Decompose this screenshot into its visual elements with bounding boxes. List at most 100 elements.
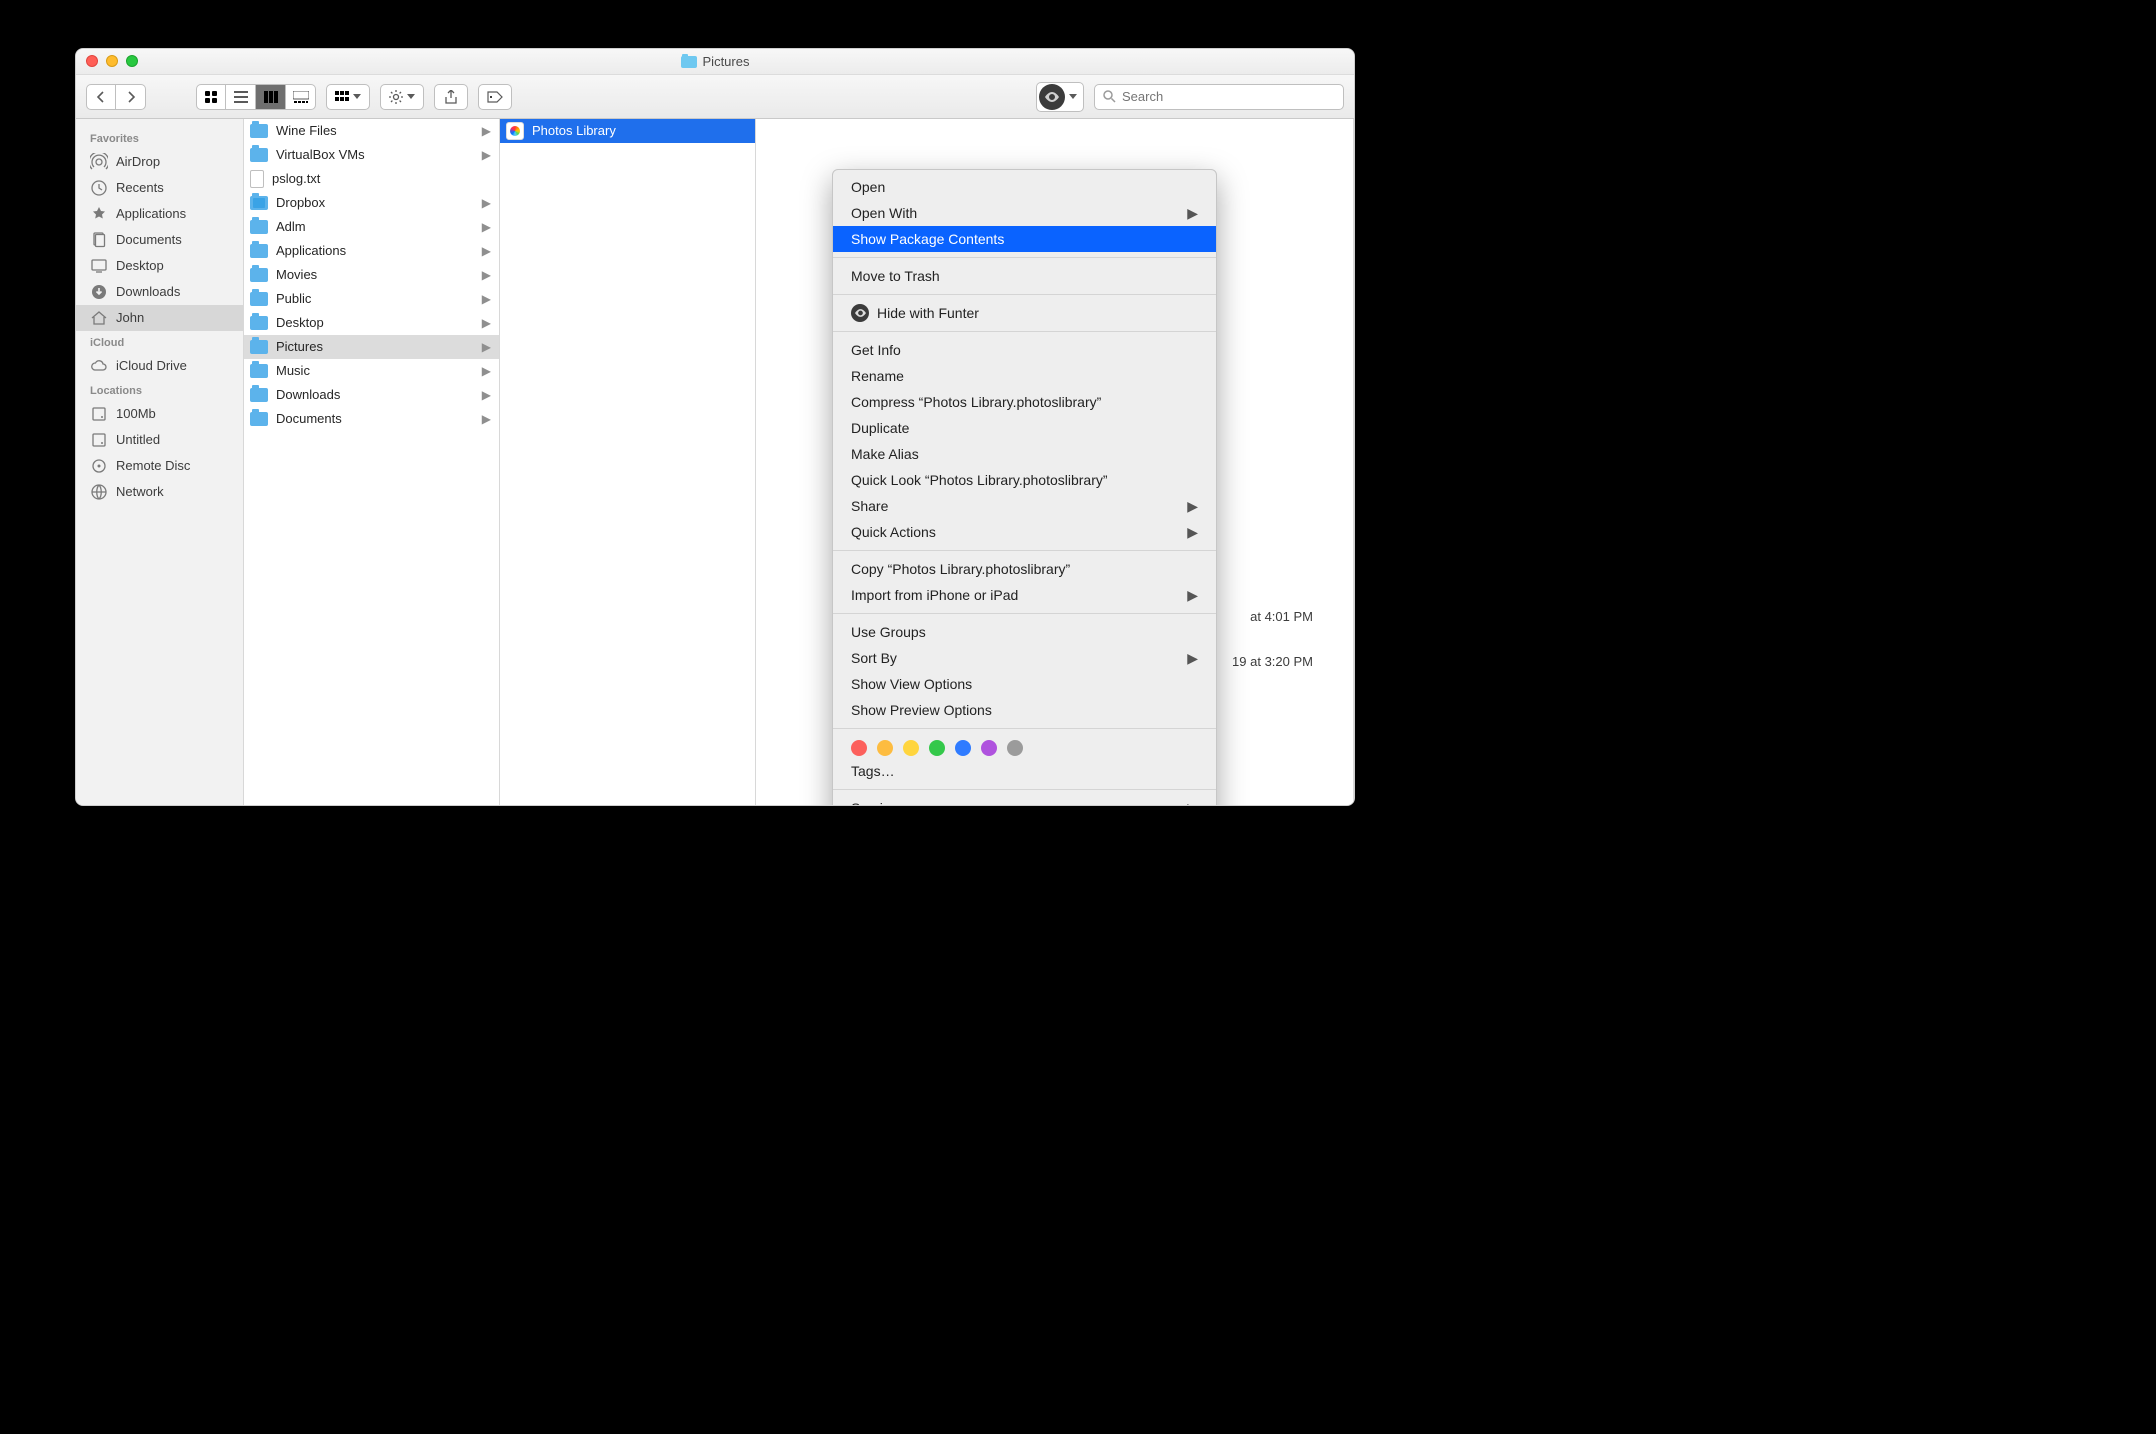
column-row[interactable]: Music▶ <box>244 359 499 383</box>
sidebar-item-network[interactable]: Network <box>76 479 243 505</box>
tag-color-dot[interactable] <box>981 740 997 756</box>
tag-color-dot[interactable] <box>955 740 971 756</box>
menu-item[interactable]: Tags… <box>833 758 1216 784</box>
menu-item-label: Copy “Photos Library.photoslibrary” <box>851 558 1070 580</box>
column-row[interactable]: Dropbox▶ <box>244 191 499 215</box>
sidebar-item-airdrop[interactable]: AirDrop <box>76 149 243 175</box>
sidebar-item-100mb[interactable]: 100Mb <box>76 401 243 427</box>
menu-item[interactable]: Quick Look “Photos Library.photoslibrary… <box>833 467 1216 493</box>
menu-item[interactable]: Copy “Photos Library.photoslibrary” <box>833 556 1216 582</box>
column-row[interactable]: Documents▶ <box>244 407 499 431</box>
menu-item[interactable]: Move to Trash <box>833 263 1216 289</box>
tag-color-dot[interactable] <box>851 740 867 756</box>
menu-item-label: Open With <box>851 202 917 224</box>
menu-item-label: Share <box>851 495 888 517</box>
menu-item[interactable]: Quick Actions▶ <box>833 519 1216 545</box>
menu-item-label: Get Info <box>851 339 901 361</box>
menu-item[interactable]: Hide with Funter <box>833 300 1216 326</box>
menu-item[interactable]: Services ▶ <box>833 795 1216 806</box>
traffic-lights <box>86 55 138 67</box>
menu-separator <box>833 613 1216 614</box>
chevron-right-icon: ▶ <box>1187 797 1198 806</box>
menu-item-label: Quick Actions <box>851 521 936 543</box>
column-row[interactable]: Photos Library <box>500 119 755 143</box>
minimize-button[interactable] <box>106 55 118 67</box>
gallery-view-button[interactable] <box>286 84 316 110</box>
menu-item[interactable]: Show Preview Options <box>833 697 1216 723</box>
folder-icon <box>250 340 268 354</box>
list-view-button[interactable] <box>226 84 256 110</box>
icon-view-button[interactable] <box>196 84 226 110</box>
sidebar-item-recents[interactable]: Recents <box>76 175 243 201</box>
row-label: Public <box>276 289 311 309</box>
sidebar-item-remote-disc[interactable]: Remote Disc <box>76 453 243 479</box>
sidebar-item-label: iCloud Drive <box>116 356 187 376</box>
network-icon <box>90 483 108 501</box>
chevron-down-icon <box>353 94 361 99</box>
sidebar-item-icloud-drive[interactable]: iCloud Drive <box>76 353 243 379</box>
tags-button[interactable] <box>478 84 512 110</box>
tag-color-dot[interactable] <box>903 740 919 756</box>
menu-item[interactable]: Make Alias <box>833 441 1216 467</box>
sidebar-item-john[interactable]: John <box>76 305 243 331</box>
airdrop-icon <box>90 153 108 171</box>
menu-separator <box>833 728 1216 729</box>
menu-item[interactable]: Sort By▶ <box>833 645 1216 671</box>
sidebar-item-downloads[interactable]: Downloads <box>76 279 243 305</box>
tag-color-dot[interactable] <box>877 740 893 756</box>
forward-button[interactable] <box>116 84 146 110</box>
close-button[interactable] <box>86 55 98 67</box>
search-input[interactable] <box>1122 89 1335 104</box>
sidebar-item-untitled[interactable]: Untitled <box>76 427 243 453</box>
row-label: pslog.txt <box>272 169 320 189</box>
tag-color-dot[interactable] <box>929 740 945 756</box>
sidebar-item-label: Recents <box>116 178 164 198</box>
group-by-button[interactable] <box>326 84 370 110</box>
column-row[interactable]: Wine Files▶ <box>244 119 499 143</box>
tag-color-dot[interactable] <box>1007 740 1023 756</box>
zoom-button[interactable] <box>126 55 138 67</box>
sidebar-item-desktop[interactable]: Desktop <box>76 253 243 279</box>
chevron-left-icon <box>96 91 106 103</box>
column-row[interactable]: Adlm▶ <box>244 215 499 239</box>
menu-item[interactable]: Show Package Contents <box>833 226 1216 252</box>
funter-toolbar-button[interactable] <box>1036 82 1084 112</box>
chevron-right-icon: ▶ <box>1187 495 1198 517</box>
share-button[interactable] <box>434 84 468 110</box>
menu-item-label: Compress “Photos Library.photoslibrary” <box>851 391 1101 413</box>
menu-item[interactable]: Rename <box>833 363 1216 389</box>
column-row[interactable]: pslog.txt <box>244 167 499 191</box>
menu-item[interactable]: Get Info <box>833 337 1216 363</box>
chevron-right-icon: ▶ <box>1187 202 1198 224</box>
file-icon <box>250 170 264 188</box>
disk-icon <box>90 431 108 449</box>
menu-item[interactable]: Compress “Photos Library.photoslibrary” <box>833 389 1216 415</box>
menu-item[interactable]: Show View Options <box>833 671 1216 697</box>
search-field[interactable] <box>1094 84 1344 110</box>
menu-item[interactable]: Import from iPhone or iPad▶ <box>833 582 1216 608</box>
eye-icon <box>1039 84 1065 110</box>
column-1: Wine Files▶VirtualBox VMs▶pslog.txtDropb… <box>244 119 500 805</box>
back-button[interactable] <box>86 84 116 110</box>
menu-item[interactable]: Share ▶ <box>833 493 1216 519</box>
column-row[interactable]: Desktop▶ <box>244 311 499 335</box>
gear-icon <box>389 90 403 104</box>
menu-item[interactable]: Open With ▶ <box>833 200 1216 226</box>
menu-item-label: Services <box>851 797 905 806</box>
column-view-button[interactable] <box>256 84 286 110</box>
sidebar-item-documents[interactable]: Documents <box>76 227 243 253</box>
column-row[interactable]: Pictures▶ <box>244 335 499 359</box>
folder-icon <box>250 220 268 234</box>
column-row[interactable]: Applications▶ <box>244 239 499 263</box>
action-button[interactable] <box>380 84 424 110</box>
row-label: Dropbox <box>276 193 325 213</box>
menu-item[interactable]: Use Groups <box>833 619 1216 645</box>
sidebar-item-label: Desktop <box>116 256 164 276</box>
column-row[interactable]: Public▶ <box>244 287 499 311</box>
menu-item[interactable]: Open <box>833 174 1216 200</box>
column-row[interactable]: Movies▶ <box>244 263 499 287</box>
sidebar-item-applications[interactable]: Applications <box>76 201 243 227</box>
column-row[interactable]: VirtualBox VMs▶ <box>244 143 499 167</box>
menu-item[interactable]: Duplicate <box>833 415 1216 441</box>
column-row[interactable]: Downloads▶ <box>244 383 499 407</box>
